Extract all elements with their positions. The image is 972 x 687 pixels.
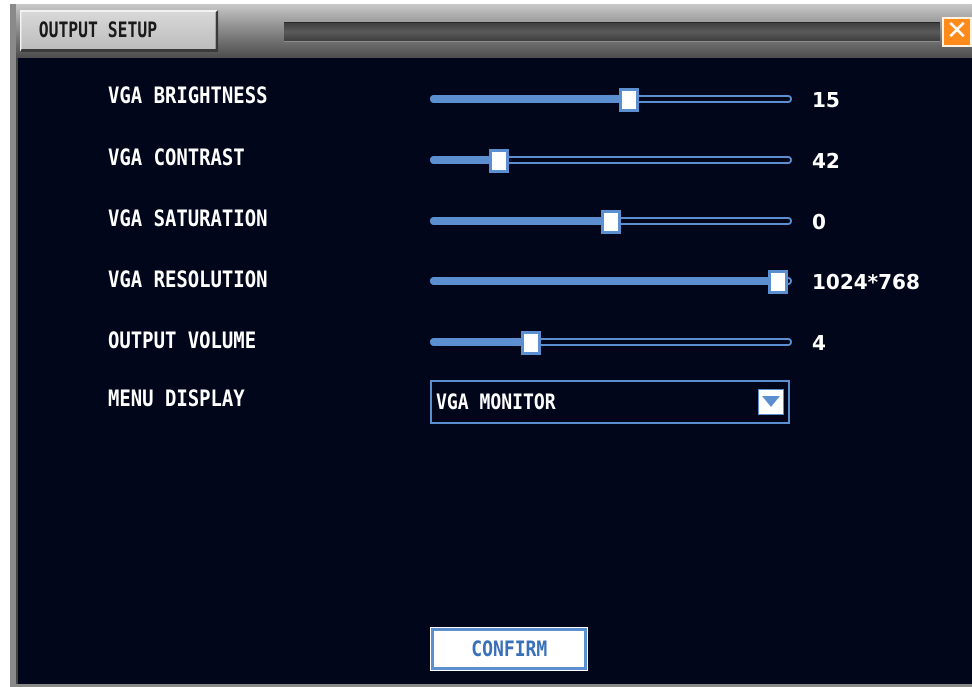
title-bar-divider	[284, 22, 940, 42]
slider-fill	[430, 217, 611, 225]
vga-resolution-label: VGA RESOLUTION	[108, 268, 268, 293]
confirm-button-label: CONFIRM	[470, 637, 548, 661]
vga-saturation-value: 0	[812, 210, 826, 234]
slider-thumb[interactable]	[521, 331, 541, 355]
menu-display-value: VGA MONITOR	[436, 390, 556, 414]
vga-contrast-value: 42	[812, 149, 840, 173]
settings-panel: VGA BRIGHTNESS 15 VGA CONTRAST 42 VGA SA…	[16, 58, 972, 684]
menu-display-label: MENU DISPLAY	[108, 387, 245, 412]
menu-display-select[interactable]: VGA MONITOR	[430, 380, 790, 424]
slider-fill	[430, 95, 629, 103]
vga-saturation-slider[interactable]	[430, 210, 792, 234]
vga-contrast-slider[interactable]	[430, 149, 792, 173]
output-volume-label: OUTPUT VOLUME	[108, 329, 257, 354]
output-volume-value: 4	[812, 331, 826, 355]
close-icon[interactable]: ✕	[942, 17, 972, 47]
output-setup-dialog: OUTPUT SETUP ✕ VGA BRIGHTNESS 15 VGA CON…	[10, 4, 972, 687]
triangle-down-icon[interactable]	[758, 389, 784, 415]
slider-thumb[interactable]	[489, 149, 509, 173]
vga-brightness-label: VGA BRIGHTNESS	[108, 84, 268, 109]
vga-resolution-slider[interactable]	[430, 270, 792, 294]
vga-saturation-label: VGA SATURATION	[108, 207, 268, 232]
vga-resolution-value: 1024*768	[812, 270, 920, 294]
confirm-button[interactable]: CONFIRM	[430, 627, 588, 671]
vga-brightness-slider[interactable]	[430, 88, 792, 112]
slider-thumb[interactable]	[601, 210, 621, 234]
slider-thumb[interactable]	[619, 88, 639, 112]
slider-thumb[interactable]	[768, 270, 788, 294]
slider-fill	[430, 277, 778, 285]
slider-fill	[430, 338, 531, 346]
window-title: OUTPUT SETUP	[20, 10, 219, 52]
vga-contrast-label: VGA CONTRAST	[108, 146, 245, 171]
vga-brightness-value: 15	[812, 88, 840, 112]
title-bar: OUTPUT SETUP ✕	[16, 4, 972, 58]
output-volume-slider[interactable]	[430, 331, 792, 355]
